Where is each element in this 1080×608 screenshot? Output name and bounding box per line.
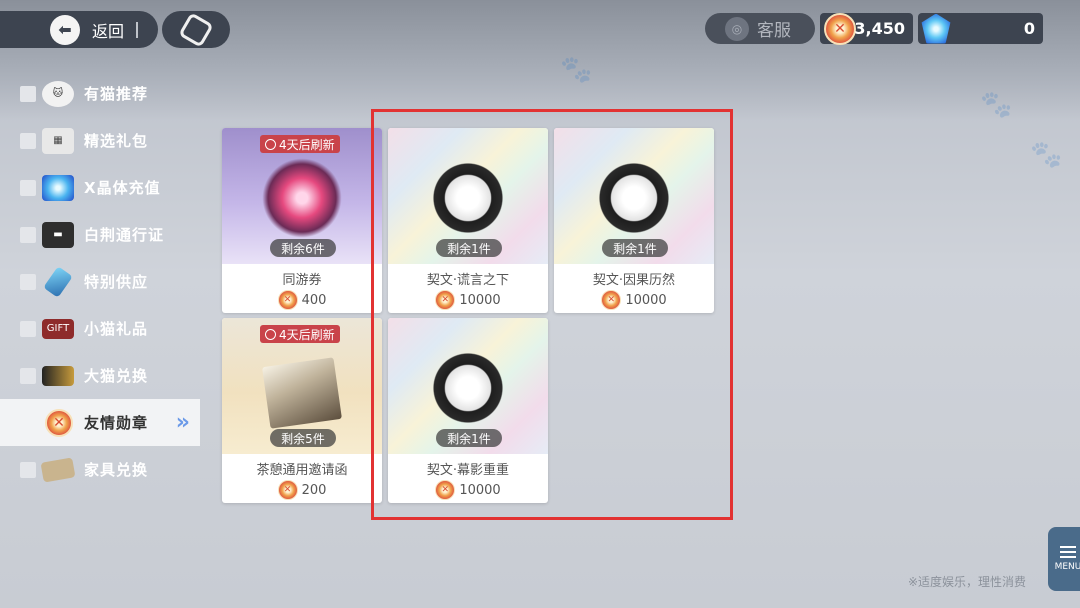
item-name: 茶憩通用邀请函: [256, 463, 348, 478]
customer-service-button[interactable]: ◎ 客服: [705, 13, 815, 44]
nav-marker: [20, 132, 36, 149]
paw-decoration: 🐾: [560, 55, 593, 85]
refresh-badge: 4天后刷新: [260, 135, 340, 153]
sidebar-item-label: 精选礼包: [84, 132, 149, 150]
sidebar-item-label: 友情勋章: [84, 414, 149, 432]
back-icon: ⬅: [50, 14, 80, 45]
crystal-balance-value: 0: [1023, 19, 1035, 38]
item-art: 4天后刷新 剩余6件: [222, 128, 382, 264]
shop-item-card[interactable]: 4天后刷新 剩余6件 同游券 ✕ 400: [222, 128, 382, 313]
chevron-right-icon: »: [175, 410, 190, 435]
medal-balance-value: 3,450: [854, 19, 905, 38]
sidebar-item-label: 小猫礼品: [84, 320, 149, 338]
footer-notice: ※适度娱乐，理性消费: [908, 575, 1027, 589]
item-price: ✕ 200: [222, 480, 382, 500]
refresh-badge: 4天后刷新: [260, 325, 340, 343]
crystal-icon: [42, 174, 74, 201]
ticket-icon: GIFT: [42, 318, 74, 339]
item-art: 4天后刷新 剩余5件: [222, 318, 382, 454]
back-label: 返回: [92, 21, 125, 41]
home-icon: [178, 11, 214, 48]
sidebar-item-special-supply[interactable]: 特别供应: [0, 258, 200, 305]
sidebar-item-recommend[interactable]: 🐱 有猫推荐: [0, 70, 200, 117]
sidebar-item-kitten-gifts[interactable]: GIFT 小猫礼品: [0, 305, 200, 352]
paw-decoration: 🐾: [1030, 140, 1063, 170]
service-label: 客服: [757, 21, 791, 41]
nav-marker: [20, 226, 36, 243]
nav-marker: [20, 320, 36, 337]
pass-card-icon: ▬: [42, 221, 74, 248]
card-icon: [42, 365, 74, 386]
price-value: 400: [301, 292, 327, 308]
sidebar-item-furniture-exchange[interactable]: 家具兑换: [0, 446, 200, 493]
clock-icon: [265, 138, 276, 150]
sidebar-item-label: 大猫兑换: [84, 367, 149, 385]
medal-icon: ✕: [277, 290, 298, 310]
invitation-letter-image: [262, 357, 342, 429]
nav-marker: [20, 367, 36, 384]
home-button[interactable]: [162, 11, 230, 48]
sidebar-item-label: 特别供应: [84, 273, 149, 291]
shop-item-card[interactable]: 4天后刷新 剩余5件 茶憩通用邀请函 ✕ 200: [222, 318, 382, 503]
medal-icon: ✕: [277, 480, 298, 500]
medal-balance[interactable]: ✕ 3,450: [820, 12, 913, 45]
price-value: 200: [301, 482, 327, 498]
medal-icon: ✕: [44, 408, 74, 438]
sidebar-item-label: 白荆通行证: [84, 226, 165, 244]
heart-ticket-image: [245, 141, 359, 255]
menu-button[interactable]: MENU: [1048, 527, 1080, 591]
sidebar-item-label: 家具兑换: [84, 461, 149, 479]
item-price: ✕ 400: [222, 290, 382, 310]
sidebar: 🐱 有猫推荐 ▦ 精选礼包 X晶体充值 ▬ 白荆通行证 特别供应 GIFT 小猫…: [0, 70, 200, 493]
item-name: 同游券: [282, 273, 322, 288]
menu-icon: [1060, 546, 1076, 558]
refresh-text: 4天后刷新: [279, 327, 335, 342]
nav-marker: [20, 461, 36, 478]
paw-decoration: 🐾: [980, 90, 1013, 120]
sidebar-item-label: X晶体充值: [84, 179, 161, 197]
gift-box-icon: ▦: [42, 127, 74, 154]
clock-icon: [265, 328, 276, 340]
potion-icon: [43, 265, 73, 298]
stock-remaining: 剩余5件: [270, 429, 336, 447]
furniture-icon: [40, 456, 76, 483]
back-button[interactable]: ⬅ 返回: [0, 11, 158, 48]
medal-icon: ✕: [824, 12, 856, 45]
refresh-text: 4天后刷新: [279, 137, 335, 152]
crystal-icon: [921, 13, 951, 44]
highlight-annotation-box: [371, 109, 733, 520]
nav-marker: [20, 85, 36, 102]
headset-icon: ◎: [725, 16, 749, 41]
sidebar-item-pass[interactable]: ▬ 白荆通行证: [0, 211, 200, 258]
sidebar-item-label: 有猫推荐: [84, 85, 149, 103]
divider: [136, 21, 139, 38]
sidebar-item-packs[interactable]: ▦ 精选礼包: [0, 117, 200, 164]
sidebar-item-bigcat-exchange[interactable]: 大猫兑换: [0, 352, 200, 399]
cat-icon: 🐱: [42, 80, 74, 107]
crystal-balance[interactable]: 0: [918, 13, 1043, 44]
sidebar-item-crystal-topup[interactable]: X晶体充值: [0, 164, 200, 211]
nav-marker: [20, 273, 36, 290]
nav-marker: [20, 179, 36, 196]
sidebar-item-friendship-medal[interactable]: ✕ 友情勋章 »: [0, 399, 200, 446]
menu-label: MENU: [1054, 562, 1080, 572]
stock-remaining: 剩余6件: [270, 239, 336, 257]
